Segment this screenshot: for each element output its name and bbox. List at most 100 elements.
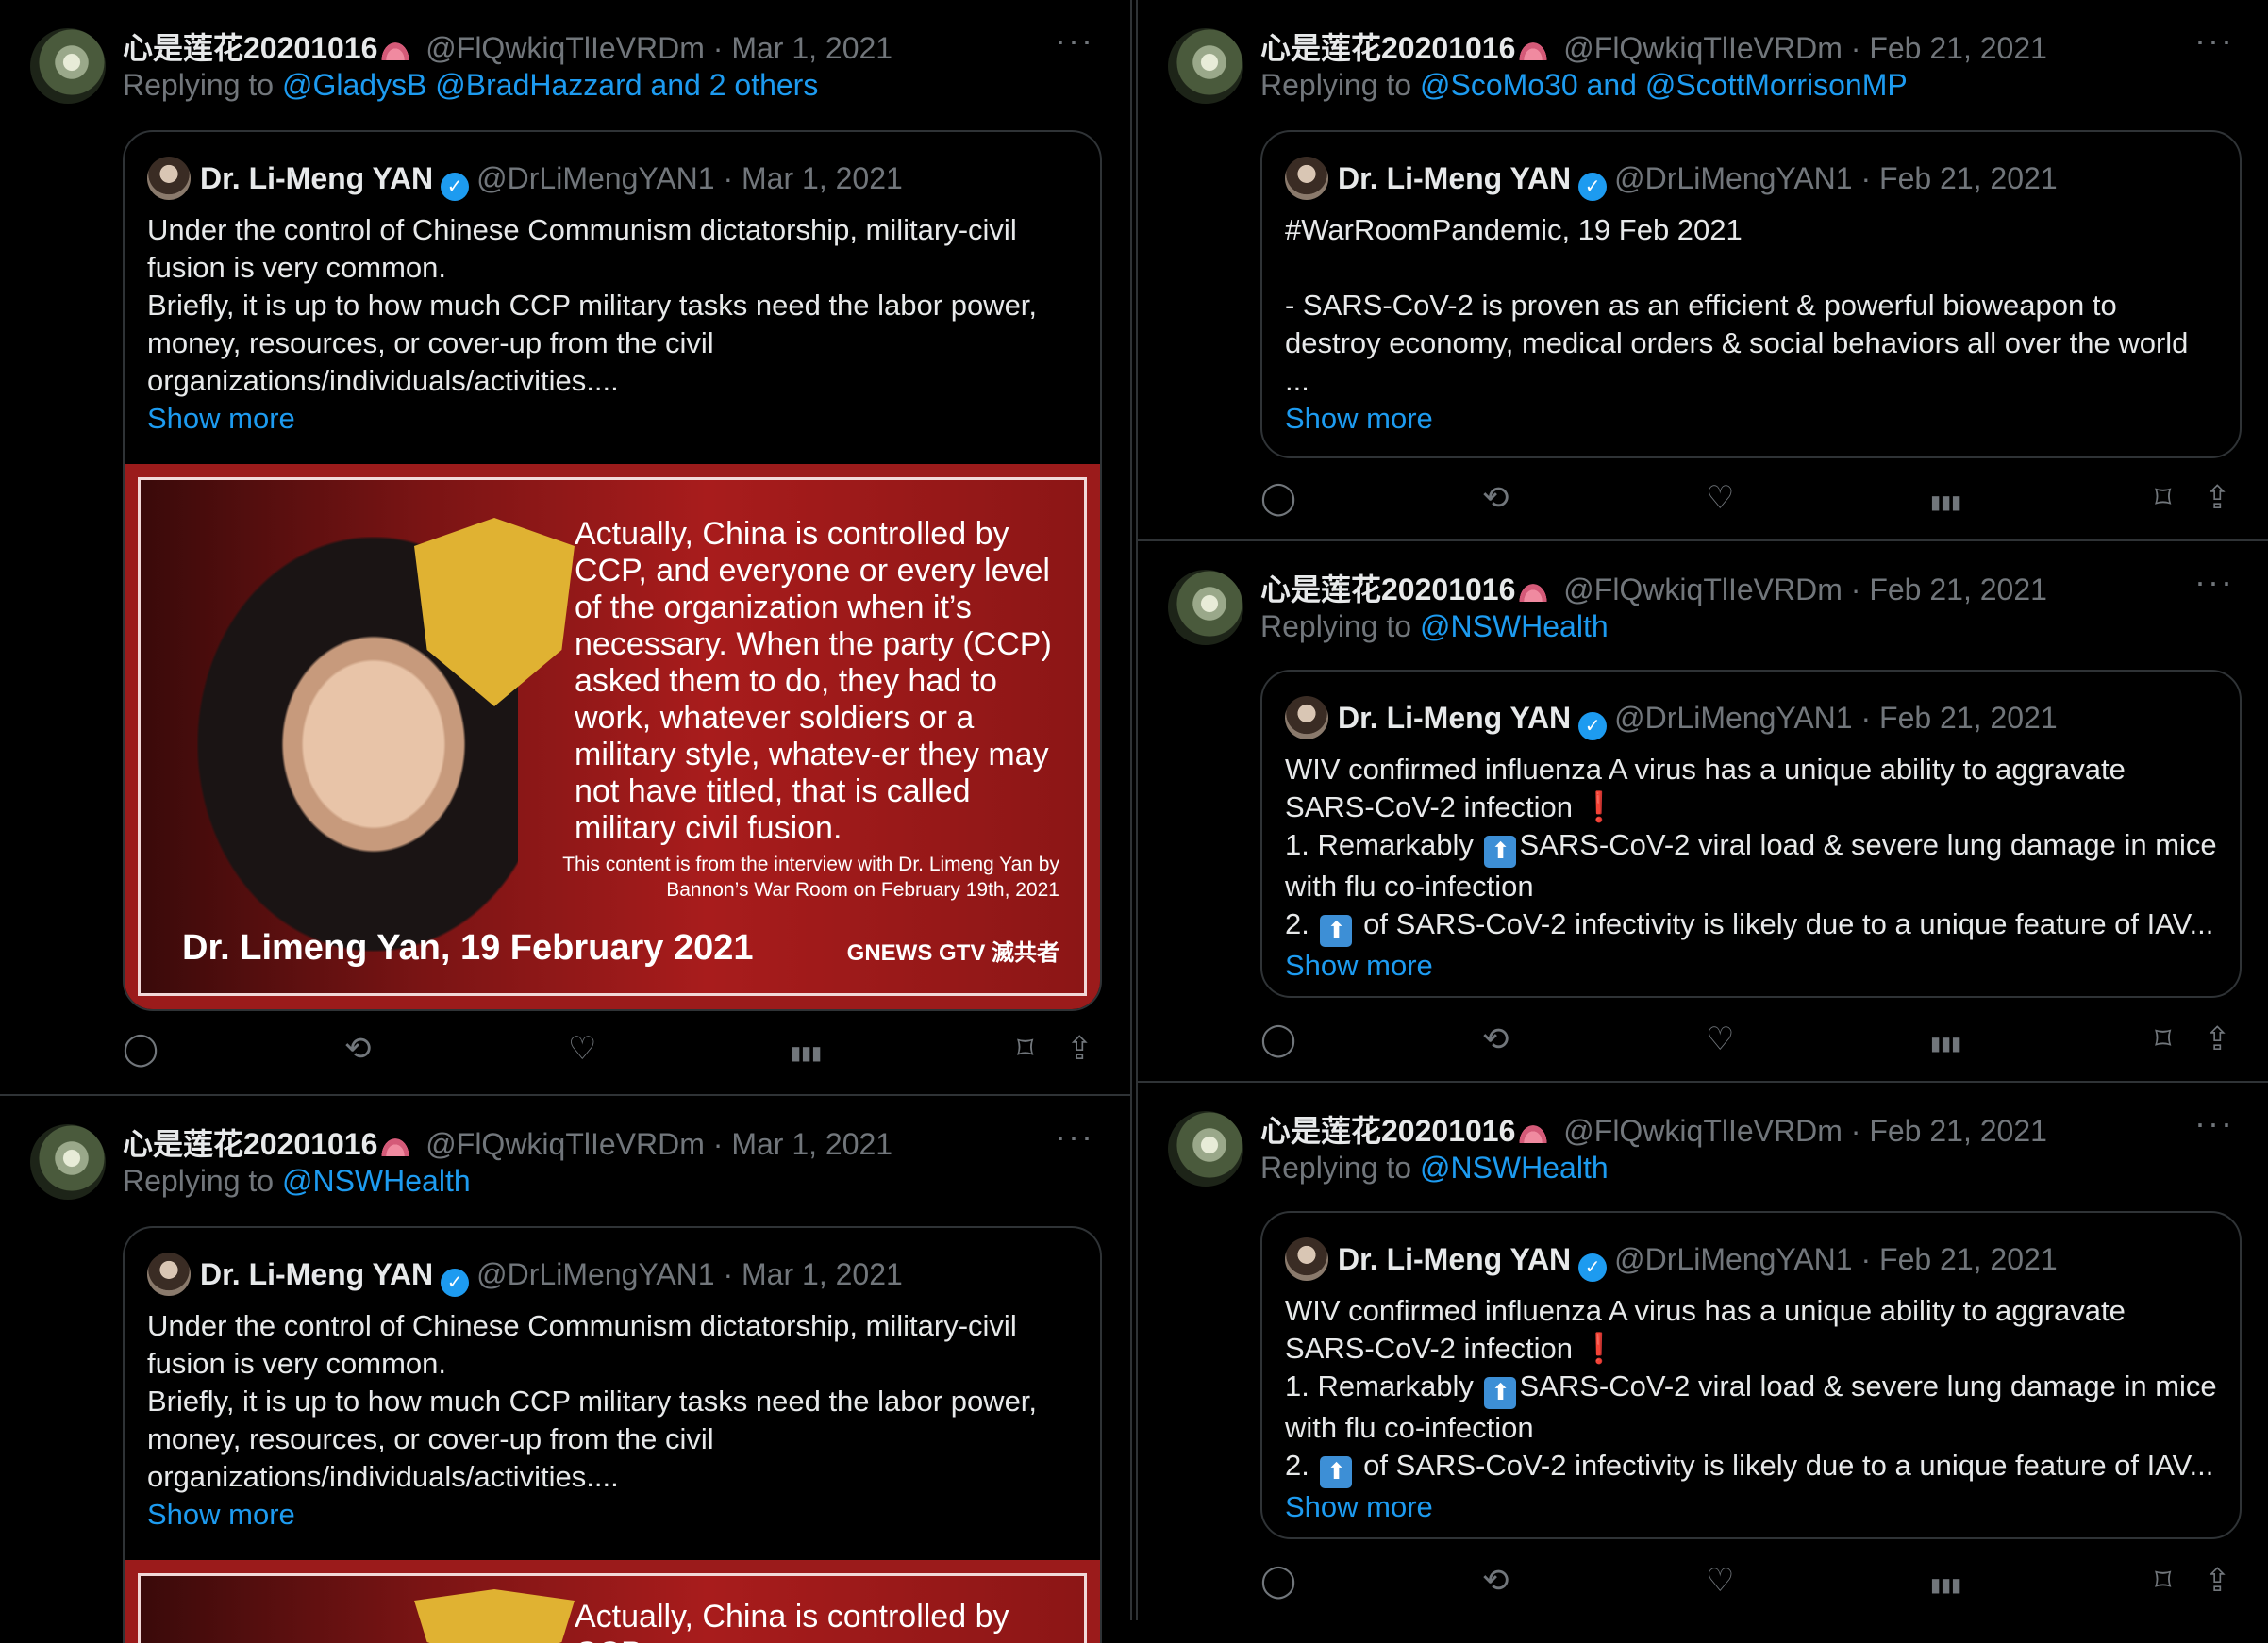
quoted-tweet[interactable]: Dr. Li-Meng YAN ✓ @DrLiMengYAN1 · Feb 21, …: [1260, 670, 2242, 998]
reply-mentions[interactable]: @NSWHealth: [1420, 609, 1609, 643]
quoted-tweet[interactable]: Dr. Li-Meng YAN ✓ @DrLiMengYAN1 · Feb 21, …: [1260, 130, 2242, 458]
bookmark-icon[interactable]: ⌑: [2155, 479, 2171, 517]
heart-icon[interactable]: ♡: [1706, 479, 1734, 517]
tweet[interactable]: 心是莲花20201016 @FlQwkiqTlIeVRDm · Feb 21, …: [1138, 0, 2268, 539]
bookmark-icon[interactable]: ⌑: [2155, 1562, 2171, 1600]
display-name[interactable]: 心是莲花20201016: [1260, 573, 1515, 606]
quoted-date: Feb 21, 2021: [1879, 161, 2058, 195]
user-handle[interactable]: @FlQwkiqTlIeVRDm: [1563, 573, 1843, 606]
user-handle[interactable]: @FlQwkiqTlIeVRDm: [425, 1127, 705, 1161]
quoted-handle: @DrLiMengYAN1: [476, 1257, 715, 1291]
show-more-link[interactable]: Show more: [1285, 1488, 2217, 1526]
quoted-date: Feb 21, 2021: [1879, 1242, 2058, 1276]
replying-to: Replying to @NSWHealth: [1260, 609, 1609, 643]
views-icon[interactable]: ▮▮▮: [1930, 490, 1961, 514]
avatar[interactable]: [30, 1124, 106, 1200]
quoted-display-name: Dr. Li-Meng YAN: [1338, 1242, 1572, 1276]
quoted-header: Dr. Li-Meng YAN ✓ @DrLiMengYAN1 · Mar 1, 2…: [147, 1253, 903, 1297]
display-name[interactable]: 心是莲花20201016: [1260, 1114, 1515, 1148]
tweet-date[interactable]: Mar 1, 2021: [731, 1127, 892, 1161]
reply-icon[interactable]: ◯: [1260, 1021, 1296, 1058]
more-icon[interactable]: ···: [2194, 21, 2234, 60]
tweet-date[interactable]: Feb 21, 2021: [1869, 31, 2047, 65]
quoted-handle: @DrLiMengYAN1: [476, 161, 715, 195]
quoted-tweet[interactable]: Dr. Li-Meng YAN ✓ @DrLiMengYAN1 · Mar 1, 2…: [123, 1226, 1102, 1643]
quoted-media-image[interactable]: Actually, China is controlled by CCP, an…: [125, 464, 1100, 1009]
retweet-icon[interactable]: ⟲: [1482, 479, 1509, 517]
more-icon[interactable]: ···: [1055, 1117, 1094, 1156]
verified-badge-icon: ✓: [1578, 712, 1608, 740]
quoted-media-image[interactable]: Actually, China is controlled by CCP,: [125, 1560, 1100, 1643]
tweet-actions: ◯ ⟲ ♡ ▮▮▮ ⌑ ⇪: [0, 1030, 1130, 1077]
reply-mentions[interactable]: @NSWHealth: [1420, 1151, 1609, 1185]
tweet-header: 心是莲花20201016 @FlQwkiqTlIeVRDm · Mar 1, 2…: [123, 1127, 893, 1161]
reply-icon[interactable]: ◯: [123, 1030, 158, 1068]
display-name[interactable]: 心是莲花20201016: [123, 31, 377, 65]
retweet-icon[interactable]: ⟲: [1482, 1562, 1509, 1600]
views-icon[interactable]: ▮▮▮: [1930, 1573, 1961, 1597]
quoted-display-name: Dr. Li-Meng YAN: [1338, 161, 1572, 195]
right-timeline-column: 心是莲花20201016 @FlQwkiqTlIeVRDm · Feb 21, …: [1136, 0, 2268, 1620]
user-handle[interactable]: @FlQwkiqTlIeVRDm: [425, 31, 705, 65]
avatar[interactable]: [30, 28, 106, 104]
share-icon[interactable]: ⇪: [2204, 1021, 2231, 1058]
show-more-link[interactable]: Show more: [1285, 400, 2217, 438]
reply-mentions[interactable]: @NSWHealth: [282, 1164, 471, 1198]
heart-icon[interactable]: ♡: [1706, 1562, 1734, 1600]
tweet[interactable]: 心是莲花20201016 @FlQwkiqTlIeVRDm · Mar 1, 2…: [0, 1096, 1130, 1643]
lotus-emoji-icon: [1517, 1122, 1550, 1143]
quoted-text: WIV confirmed influenza A virus has a un…: [1285, 751, 2217, 985]
quoted-tweet[interactable]: Dr. Li-Meng YAN ✓ @DrLiMengYAN1 · Feb 21, …: [1260, 1211, 2242, 1539]
share-icon[interactable]: ⇪: [1066, 1030, 1093, 1068]
user-handle[interactable]: @FlQwkiqTlIeVRDm: [1563, 31, 1843, 65]
tweet[interactable]: 心是莲花20201016 @FlQwkiqTlIeVRDm · Feb 21, …: [1138, 1083, 2268, 1620]
share-icon[interactable]: ⇪: [2204, 479, 2231, 517]
quoted-date: Feb 21, 2021: [1879, 701, 2058, 735]
bookmark-icon[interactable]: ⌑: [2155, 1021, 2171, 1058]
quoted-handle: @DrLiMengYAN1: [1614, 701, 1853, 735]
reply-mentions[interactable]: @ScoMo30 and @ScottMorrisonMP: [1420, 68, 1908, 102]
heart-icon[interactable]: ♡: [568, 1030, 596, 1068]
avatar[interactable]: [1168, 28, 1243, 104]
tweet-actions: ◯ ⟲ ♡ ▮▮▮ ⌑ ⇪: [1138, 1021, 2268, 1068]
media-caption: Dr. Limeng Yan, 19 February 2021: [182, 928, 754, 968]
reply-icon[interactable]: ◯: [1260, 479, 1296, 517]
more-icon[interactable]: ···: [2194, 1104, 2234, 1143]
lotus-emoji-icon: [379, 1136, 412, 1156]
more-icon[interactable]: ···: [1055, 21, 1094, 60]
replying-to: Replying to @NSWHealth: [123, 1164, 471, 1198]
avatar[interactable]: [1168, 570, 1243, 645]
views-icon[interactable]: ▮▮▮: [1930, 1032, 1961, 1055]
tweet-actions: ◯ ⟲ ♡ ▮▮▮ ⌑ ⇪: [1138, 1562, 2268, 1609]
quoted-tweet[interactable]: Dr. Li-Meng YAN ✓ @DrLiMengYAN1 · Mar 1, 2…: [123, 130, 1102, 1011]
tweet[interactable]: 心是莲花20201016 @FlQwkiqTlIeVRDm · Mar 1, 2…: [0, 0, 1130, 1094]
display-name[interactable]: 心是莲花20201016: [1260, 31, 1515, 65]
tweet-header: 心是莲花20201016 @FlQwkiqTlIeVRDm · Feb 21, …: [1260, 31, 2047, 65]
heart-icon[interactable]: ♡: [1706, 1021, 1734, 1058]
reply-icon[interactable]: ◯: [1260, 1562, 1296, 1600]
quoted-header: Dr. Li-Meng YAN ✓ @DrLiMengYAN1 · Mar 1, 2…: [147, 157, 903, 201]
tweet-date[interactable]: Feb 21, 2021: [1869, 573, 2047, 606]
share-icon[interactable]: ⇪: [2204, 1562, 2231, 1600]
verified-badge-icon: ✓: [1578, 173, 1608, 201]
display-name[interactable]: 心是莲花20201016: [123, 1127, 377, 1161]
show-more-link[interactable]: Show more: [1285, 947, 2217, 985]
reply-mentions[interactable]: @GladysB @BradHazzard and 2 others: [282, 68, 818, 102]
tweet-date[interactable]: Mar 1, 2021: [731, 31, 892, 65]
tweet[interactable]: 心是莲花20201016 @FlQwkiqTlIeVRDm · Feb 21, …: [1138, 541, 2268, 1081]
war-room-shield-logo: [414, 1589, 575, 1643]
retweet-icon[interactable]: ⟲: [1482, 1021, 1509, 1058]
retweet-icon[interactable]: ⟲: [344, 1030, 372, 1068]
views-icon[interactable]: ▮▮▮: [791, 1041, 822, 1065]
user-handle[interactable]: @FlQwkiqTlIeVRDm: [1563, 1114, 1843, 1148]
bookmark-icon[interactable]: ⌑: [1017, 1030, 1033, 1068]
quoted-handle: @DrLiMengYAN1: [1614, 161, 1853, 195]
avatar[interactable]: [1168, 1111, 1243, 1187]
quoted-handle: @DrLiMengYAN1: [1614, 1242, 1853, 1276]
tweet-actions: ◯ ⟲ ♡ ▮▮▮ ⌑ ⇪: [1138, 479, 2268, 526]
show-more-link[interactable]: Show more: [147, 400, 1077, 438]
show-more-link[interactable]: Show more: [147, 1496, 1077, 1534]
tweet-date[interactable]: Feb 21, 2021: [1869, 1114, 2047, 1148]
quoted-avatar: [147, 1253, 191, 1296]
more-icon[interactable]: ···: [2194, 562, 2234, 602]
